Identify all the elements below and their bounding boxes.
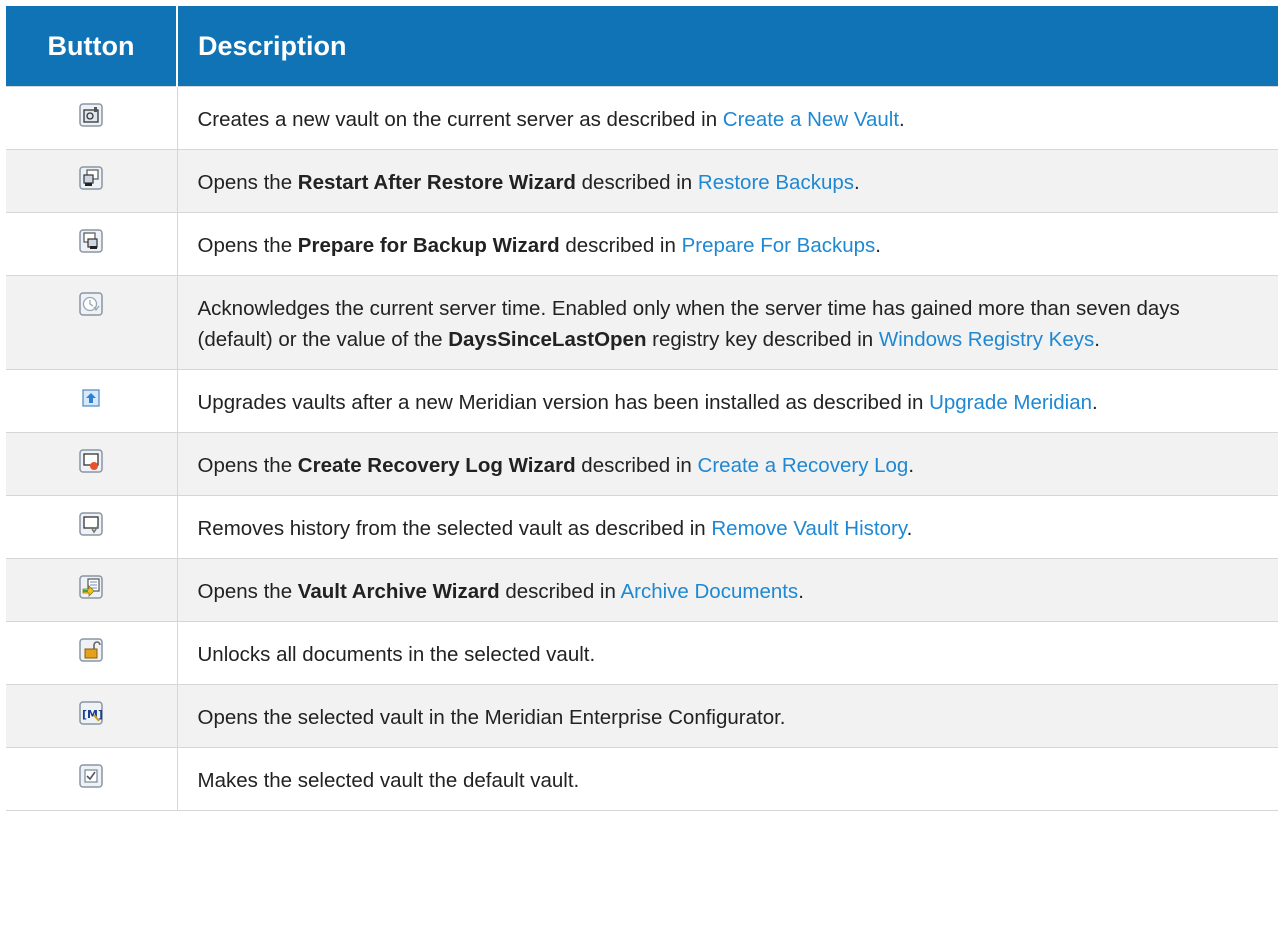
description-text: Makes the selected vault the default vau…: [197, 769, 580, 792]
doc-link[interactable]: Windows Registry Keys: [879, 328, 1094, 351]
description-text: Opens the: [197, 580, 298, 603]
table-row: Unlocks all documents in the selected va…: [6, 621, 1278, 685]
button-cell: [6, 558, 178, 622]
bold-term: Vault Archive Wizard: [297, 580, 500, 603]
bold-term: Prepare for Backup Wizard: [297, 234, 560, 257]
description-cell: Makes the selected vault the default vau…: [177, 747, 1278, 811]
button-cell: [6, 149, 178, 213]
doc-link[interactable]: Upgrade Meridian: [929, 391, 1092, 414]
table-row: Opens the Prepare for Backup Wizard desc…: [6, 212, 1278, 276]
button-cell: [6, 432, 178, 496]
description-text: described in: [575, 454, 698, 477]
acknowledge-time-icon[interactable]: [79, 292, 103, 316]
doc-link[interactable]: Create a New Vault: [723, 108, 899, 131]
description-text: described in: [559, 234, 682, 257]
description-text: Opens the: [197, 234, 298, 257]
button-cell: [M]: [6, 684, 178, 748]
button-cell: [6, 747, 178, 811]
button-cell: [6, 212, 178, 276]
button-cell: [6, 369, 178, 433]
table-row: Upgrades vaults after a new Meridian ver…: [6, 369, 1278, 433]
description-cell: Upgrades vaults after a new Meridian ver…: [177, 369, 1278, 433]
table-row: Opens the Restart After Restore Wizard d…: [6, 149, 1278, 213]
create-recovery-log-icon[interactable]: [79, 449, 103, 473]
description-text: Creates a new vault on the current serve…: [197, 108, 723, 131]
button-description-table: Button Description Creates a new vault o…: [6, 6, 1278, 811]
description-cell: Opens the Create Recovery Log Wizard des…: [177, 432, 1278, 496]
doc-link[interactable]: Create a Recovery Log: [698, 454, 909, 477]
button-cell: [6, 275, 178, 370]
upgrade-vaults-icon[interactable]: [79, 386, 103, 410]
description-text: described in: [575, 171, 698, 194]
table-row: Opens the Vault Archive Wizard described…: [6, 558, 1278, 622]
table-row: Creates a new vault on the current serve…: [6, 86, 1278, 150]
description-text: .: [1092, 391, 1098, 414]
description-cell: Opens the Prepare for Backup Wizard desc…: [177, 212, 1278, 276]
header-button: Button: [6, 6, 178, 87]
doc-link[interactable]: Prepare For Backups: [682, 234, 876, 257]
description-cell: Unlocks all documents in the selected va…: [177, 621, 1278, 685]
description-text: .: [906, 517, 913, 540]
unlock-icon[interactable]: [79, 638, 103, 662]
description-text: described in: [499, 580, 621, 603]
table-row: Makes the selected vault the default vau…: [6, 747, 1278, 811]
table-row: Acknowledges the current server time. En…: [6, 275, 1278, 370]
svg-text:[M]: [M]: [82, 708, 103, 721]
description-cell: Creates a new vault on the current serve…: [177, 86, 1278, 150]
bold-term: Create Recovery Log Wizard: [297, 454, 576, 477]
table-row: Opens the Create Recovery Log Wizard des…: [6, 432, 1278, 496]
description-text: Removes history from the selected vault …: [197, 517, 712, 540]
button-cell: [6, 495, 178, 559]
button-cell: [6, 621, 178, 685]
bold-term: DaysSinceLastOpen: [448, 328, 647, 351]
prepare-backup-icon[interactable]: [79, 229, 103, 253]
create-vault-icon[interactable]: [79, 103, 103, 127]
doc-link[interactable]: Archive Documents: [620, 580, 798, 603]
description-cell: Acknowledges the current server time. En…: [177, 275, 1278, 370]
description-text: .: [875, 234, 881, 257]
table-row: Removes history from the selected vault …: [6, 495, 1278, 559]
remove-history-icon[interactable]: [79, 512, 103, 536]
description-text: .: [908, 454, 915, 477]
description-text: Upgrades vaults after a new Meridian ver…: [197, 391, 930, 414]
table-body: Creates a new vault on the current serve…: [6, 86, 1278, 811]
description-text: .: [899, 108, 905, 131]
table-row: [M] Opens the selected vault in the Merid…: [6, 684, 1278, 748]
bold-term: Restart After Restore Wizard: [297, 171, 576, 194]
description-text: .: [1094, 328, 1100, 351]
description-cell: Opens the Restart After Restore Wizard d…: [177, 149, 1278, 213]
description-text: registry key described in: [646, 328, 879, 351]
description-text: .: [798, 580, 804, 603]
restart-after-restore-icon[interactable]: [79, 166, 103, 190]
description-text: Opens the selected vault in the Meridian…: [197, 706, 786, 729]
doc-link[interactable]: Restore Backups: [698, 171, 854, 194]
description-cell: Removes history from the selected vault …: [177, 495, 1278, 559]
vault-archive-icon[interactable]: [79, 575, 103, 599]
header-description: Description: [177, 6, 1278, 87]
default-vault-check-icon[interactable]: [79, 764, 103, 788]
description-text: Opens the: [197, 454, 298, 477]
button-cell: [6, 86, 178, 150]
description-cell: Opens the Vault Archive Wizard described…: [177, 558, 1278, 622]
description-text: Unlocks all documents in the selected va…: [197, 643, 596, 666]
table-header-row: Button Description: [6, 6, 1278, 87]
description-text: Opens the: [197, 171, 298, 194]
description-text: .: [854, 171, 860, 194]
configurator-icon[interactable]: [M]: [79, 701, 103, 725]
doc-link[interactable]: Remove Vault History: [711, 517, 906, 540]
description-cell: Opens the selected vault in the Meridian…: [177, 684, 1278, 748]
